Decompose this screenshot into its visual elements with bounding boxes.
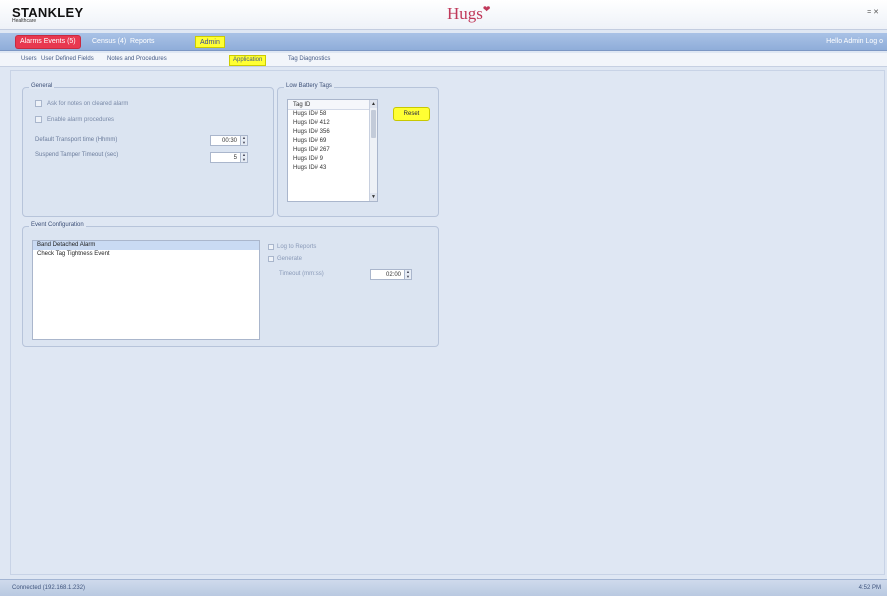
log-reports-label: Log to Reports [277,244,317,250]
tamper-timeout-spin-buttons[interactable]: ▲ ▼ [240,153,247,162]
tag-id-column-header[interactable]: Tag ID [288,100,377,110]
admin-tabs: Users User Defined Fields Notes and Proc… [0,53,887,67]
tab-application[interactable]: Application [229,55,267,66]
general-group: General Ask for notes on cleared alarm E… [22,83,274,217]
tamper-timeout-label: Suspend Tamper Timeout (sec) [35,152,119,158]
list-item[interactable]: Hugs ID# 9 [288,155,377,164]
transport-time-value[interactable]: 00:30 [211,138,240,144]
menu-alarms-events[interactable]: Alarms Events (5) [16,36,80,48]
scroll-thumb[interactable] [371,110,376,138]
timeout-value[interactable]: 02:00 [371,272,404,278]
status-bar: Connected (192.168.1.232) 4:52 PM [0,579,887,596]
general-legend: General [29,83,55,89]
list-item[interactable]: Hugs ID# 412 [288,119,377,128]
ask-notes-option[interactable]: Ask for notes on cleared alarm [35,100,128,107]
menu-admin[interactable]: Admin [195,36,225,48]
generate-option[interactable]: Generate [268,256,302,262]
menu-census[interactable]: Census (4) [88,36,130,48]
tab-user-defined-fields[interactable]: User Defined Fields [38,55,97,66]
tab-notes-procedures[interactable]: Notes and Procedures [104,55,170,66]
low-battery-legend: Low Battery Tags [284,83,334,89]
transport-time-spin-buttons[interactable]: ▲ ▼ [240,136,247,145]
ask-notes-checkbox[interactable] [35,100,42,107]
window-controls[interactable]: = ✕ [867,8,879,16]
brand-logo: STANKLEY Healthcare [12,5,84,24]
log-reports-checkbox[interactable] [268,244,274,250]
reset-button[interactable]: Reset [393,107,430,121]
enable-procedures-option[interactable]: Enable alarm procedures [35,116,114,123]
timeout-stepper[interactable]: 02:00 ▲ ▼ [370,269,412,280]
spin-down-icon[interactable]: ▼ [241,140,247,146]
list-item[interactable]: Hugs ID# 69 [288,137,377,146]
app-logo: Hugs❤ [447,4,490,24]
enable-procedures-checkbox[interactable] [35,116,42,123]
list-item[interactable]: Hugs ID# 58 [288,110,377,119]
timeout-label: Timeout (mm:ss) [279,271,324,277]
event-configuration-group: Event Configuration Band Detached Alarm … [22,222,439,347]
spin-down-icon[interactable]: ▼ [241,157,247,163]
generate-label: Generate [277,256,303,262]
generate-checkbox[interactable] [268,256,274,262]
list-item[interactable]: Band Detached Alarm [33,241,259,250]
transport-time-label: Default Transport time (Hhmm) [35,137,118,143]
log-reports-option[interactable]: Log to Reports [268,244,316,250]
connection-status: Connected (192.168.1.232) [12,585,86,591]
heart-icon: ❤ [482,4,491,14]
timeout-spin-buttons[interactable]: ▲ ▼ [404,270,411,279]
low-battery-group: Low Battery Tags Tag ID Hugs ID# 58 Hugs… [277,83,439,217]
app-window: STANKLEY Healthcare Hugs❤ = ✕ Alarms Eve… [0,0,887,596]
menu-reports[interactable]: Reports [126,36,159,48]
low-battery-tag-list[interactable]: Tag ID Hugs ID# 58 Hugs ID# 412 Hugs ID#… [287,99,378,202]
list-item[interactable]: Hugs ID# 43 [288,164,377,173]
event-configuration-legend: Event Configuration [29,222,86,228]
event-list[interactable]: Band Detached Alarm Check Tag Tightness … [32,240,260,340]
transport-time-stepper[interactable]: 00:30 ▲ ▼ [210,135,248,146]
scroll-down-icon[interactable]: ▼ [370,193,377,201]
list-item[interactable]: Hugs ID# 356 [288,128,377,137]
tab-users[interactable]: Users [18,55,40,66]
ask-notes-label: Ask for notes on cleared alarm [47,100,129,107]
user-info[interactable]: Hello Admin Log o [826,38,883,45]
list-item[interactable]: Check Tag Tightness Event [33,250,259,259]
tamper-timeout-value[interactable]: 5 [211,155,240,161]
scroll-up-icon[interactable]: ▲ [370,100,377,108]
tag-list-scrollbar[interactable]: ▲ ▼ [369,100,377,201]
application-settings-panel: General Ask for notes on cleared alarm E… [10,70,885,575]
enable-procedures-label: Enable alarm procedures [47,116,115,123]
main-menu: Alarms Events (5) Census (4) Reports Adm… [0,33,887,51]
app-logo-text: Hugs [447,4,483,23]
status-time: 4:52 PM [858,585,881,591]
title-bar: STANKLEY Healthcare Hugs❤ = ✕ [0,0,887,30]
list-item[interactable]: Hugs ID# 267 [288,146,377,155]
tab-tag-diagnostics[interactable]: Tag Diagnostics [285,55,333,66]
spin-down-icon[interactable]: ▼ [405,274,411,280]
tamper-timeout-stepper[interactable]: 5 ▲ ▼ [210,152,248,163]
